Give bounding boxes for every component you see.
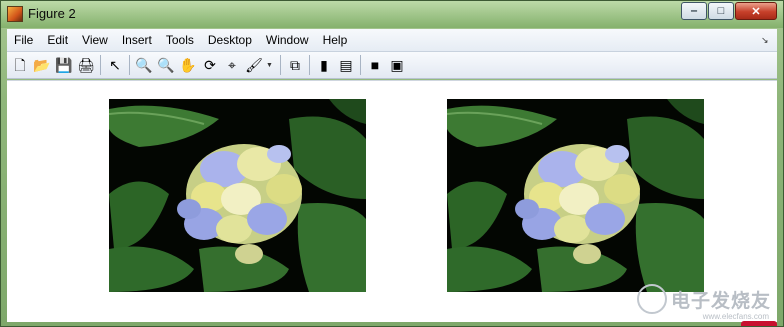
brush-dropdown-icon[interactable]: ▼ xyxy=(266,62,274,69)
brush-icon[interactable]: 🖌 xyxy=(244,55,264,75)
toolbar-separator xyxy=(280,55,281,75)
toolbar-separator xyxy=(309,55,310,75)
hydrangea-image xyxy=(109,99,366,292)
edit-plot-arrow-icon[interactable]: ↖ xyxy=(105,55,125,75)
insert-legend-icon[interactable]: ▤ xyxy=(336,55,356,75)
taskbar-indicator xyxy=(741,321,777,326)
menu-help[interactable]: Help xyxy=(316,29,355,51)
menu-file[interactable]: File xyxy=(7,29,40,51)
matlab-icon xyxy=(7,6,23,22)
maximize-icon: □ xyxy=(717,5,725,17)
pan-hand-icon[interactable]: ✋ xyxy=(178,55,198,75)
new-figure-icon[interactable]: 🗋 xyxy=(10,55,30,75)
maximize-button[interactable]: □ xyxy=(708,2,734,20)
menu-tools[interactable]: Tools xyxy=(159,29,201,51)
menu-edit[interactable]: Edit xyxy=(40,29,75,51)
figure-canvas[interactable]: 电子发烧友 www.elecfans.com xyxy=(7,80,777,322)
link-plot-icon[interactable]: ⧉ xyxy=(285,55,305,75)
zoom-out-icon[interactable]: 🔍 xyxy=(156,55,176,75)
watermark-subtext: www.elecfans.com xyxy=(702,312,769,321)
dock-arrow-icon[interactable]: ↘ xyxy=(761,35,771,45)
close-icon: ✕ xyxy=(751,5,761,18)
window-title: Figure 2 xyxy=(28,6,76,21)
minimize-icon: ‒ xyxy=(690,5,698,17)
menu-insert[interactable]: Insert xyxy=(115,29,159,51)
open-file-icon[interactable]: 📂 xyxy=(32,55,52,75)
figure-toolbar: 🗋 📂 💾 🖨 ↖ 🔍 🔍 ✋ ⟳ ⌖ 🖌 ▼ ⧉ ▮ ▤ ■ ▣ xyxy=(7,52,777,79)
watermark: 电子发烧友 www.elecfans.com xyxy=(636,284,771,321)
window-controls: ‒ □ ✕ xyxy=(680,2,777,22)
title-bar[interactable]: Figure 2 ‒ □ ✕ xyxy=(1,1,783,28)
print-figure-icon[interactable]: 🖨 xyxy=(76,55,96,75)
figure-window: Figure 2 ‒ □ ✕ File Edit View Insert Too… xyxy=(0,0,784,327)
right-image-axes[interactable] xyxy=(447,99,704,292)
show-plot-tools-icon[interactable]: ▣ xyxy=(387,55,407,75)
hide-plot-tools-icon[interactable]: ■ xyxy=(365,55,385,75)
watermark-text: 电子发烧友 xyxy=(670,290,771,312)
toolbar-separator xyxy=(129,55,130,75)
close-button[interactable]: ✕ xyxy=(735,2,777,20)
minimize-button[interactable]: ‒ xyxy=(681,2,707,20)
menu-view[interactable]: View xyxy=(75,29,115,51)
menu-window[interactable]: Window xyxy=(259,29,316,51)
insert-colorbar-icon[interactable]: ▮ xyxy=(314,55,334,75)
save-figure-icon[interactable]: 💾 xyxy=(54,55,74,75)
hydrangea-image xyxy=(447,99,704,292)
data-cursor-icon[interactable]: ⌖ xyxy=(222,55,242,75)
left-image-axes[interactable] xyxy=(109,99,366,292)
toolbar-separator xyxy=(360,55,361,75)
toolbar-separator xyxy=(100,55,101,75)
menu-bar: File Edit View Insert Tools Desktop Wind… xyxy=(7,29,777,52)
watermark-logo-icon xyxy=(636,284,667,314)
menu-desktop[interactable]: Desktop xyxy=(201,29,259,51)
zoom-in-icon[interactable]: 🔍 xyxy=(134,55,154,75)
rotate-3d-icon[interactable]: ⟳ xyxy=(200,55,220,75)
